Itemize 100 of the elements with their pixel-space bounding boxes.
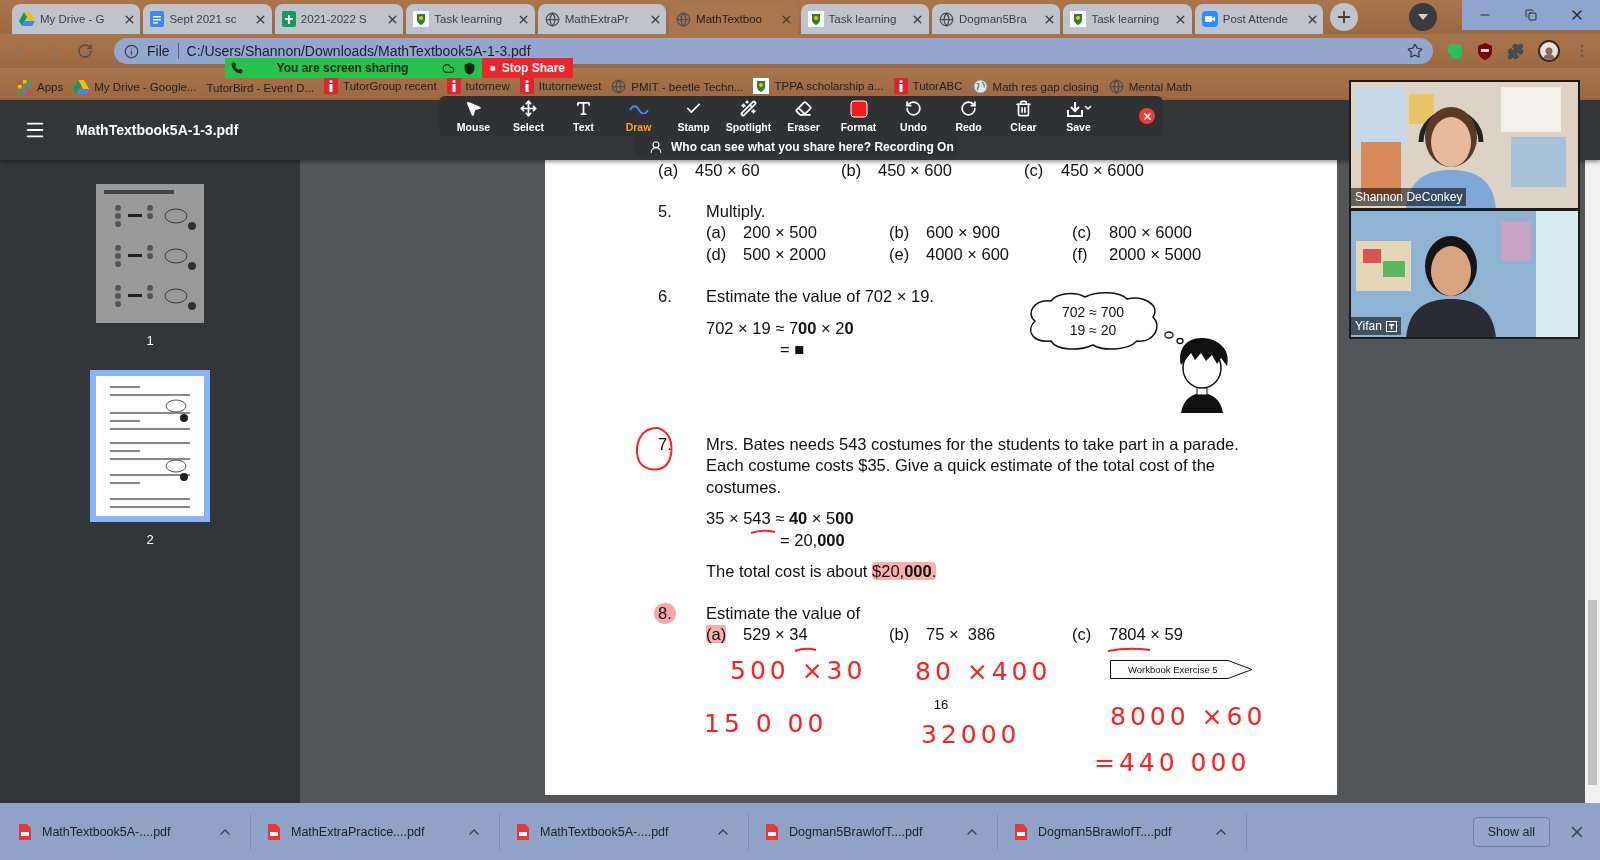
stop-share-button[interactable]: Stop Share [482,58,573,78]
bookmark[interactable]: Math res gap closing [972,79,1099,94]
question-number: 8. [654,602,676,624]
url-text: C:/Users/Shannon/Downloads/MathTextbook5A-1-3.pdf [186,43,532,59]
bookmark-site-icon [446,78,461,94]
equation: = 20,000 [780,529,845,551]
undo-icon [905,100,922,117]
scrollbar[interactable] [1585,160,1600,803]
browser-tab[interactable]: Task learning [406,4,535,34]
ink-underline [1107,647,1151,653]
bookmark[interactable]: My Drive - Google... [73,80,197,94]
page-thumbnail[interactable] [96,184,204,323]
tab-search-button[interactable] [1409,3,1437,31]
bookmark[interactable]: Mental Math [1108,79,1192,94]
question-text: Estimate the value of 702 × 19. [706,286,934,307]
browser-tab[interactable]: Post Attende [1194,4,1324,34]
browser-tab[interactable]: MathExtraPr [537,4,667,34]
math-expression: 529 × 34 [743,624,808,645]
bookmark[interactable]: TutorBird - Event D... [206,82,315,94]
color-swatch-icon [849,99,868,118]
address-bar[interactable]: File C:/Users/Shannon/Downloads/MathTextbook5A-1-3.pdf [114,38,1433,64]
part-label: (d) [706,244,727,263]
page-thumbnail[interactable] [90,370,210,522]
ink-underline [750,529,776,535]
annotation-tool[interactable]: Mouse [446,96,501,136]
annotation-tool[interactable]: Stamp [666,96,721,136]
annotation-tool[interactable]: Redo [941,96,996,136]
bookmark[interactable]: Itutornewest [519,78,602,94]
shield-extension-icon[interactable] [1477,42,1493,60]
globe-icon [938,11,954,27]
part-label: (c) [1072,223,1092,241]
browser-tab[interactable]: My Drive - G [12,4,141,34]
annotation-tool[interactable]: Format [831,96,886,136]
document-icon [150,11,165,27]
bookmark-star-icon[interactable] [1407,43,1423,59]
download-file-name[interactable]: MathExtraPractice....pdf [291,824,455,839]
handwritten-note: 80 ×400 [915,657,1052,687]
math-expression: 7804 × 59 [1109,624,1183,645]
browser-tab[interactable]: Dogman5Bra [931,4,1061,34]
annotation-tool[interactable]: Eraser [776,96,831,136]
annotation-tool[interactable]: Draw [611,96,666,136]
crest-icon [807,11,824,27]
handwritten-note: 8000 ×60 [1110,702,1267,732]
person-icon [1542,46,1556,60]
part-label: (e) [889,244,910,263]
annotation-tool[interactable]: Clear [996,96,1051,136]
close-icon [1141,110,1153,122]
sharing-status-text: You are screen sharing [275,61,410,75]
math-expression: 2000 × 5000 [1109,243,1202,265]
profile-avatar[interactable] [1538,40,1560,62]
browser-tab[interactable]: MathTextboo [669,4,798,34]
phone-icon [231,62,243,74]
globe-icon [1108,79,1124,94]
annotation-tool[interactable]: Undo [886,96,941,136]
part-label: (a) [706,223,727,241]
question-text: Estimate the value of [706,602,861,624]
close-annotation-button[interactable] [1139,108,1155,124]
annotation-tool[interactable]: Save [1051,96,1106,136]
text-icon [575,100,592,117]
download-file-name[interactable]: MathTextbook5A-....pdf [540,824,704,839]
globe-icon [676,11,692,27]
bookmark[interactable]: TutorGroup recent [324,78,437,94]
download-file-name[interactable]: Dogman5BrawlofT....pdf [1038,824,1202,839]
page-number: 16 [933,696,949,712]
handwritten-note: =440 000 [1094,748,1251,778]
new-tab-button[interactable] [1330,3,1359,31]
annotation-tool[interactable]: Text [556,96,611,136]
download-file-name[interactable]: Dogman5BrawlofT....pdf [789,824,953,839]
spreadsheet-icon [281,11,296,27]
participant-name: Yifan [1351,317,1401,335]
browser-tab[interactable]: Sept 2021 sc [143,4,272,34]
equation: = ■ [780,339,805,360]
download-file-name[interactable]: MathTextbook5A-....pdf [42,824,206,839]
close-button[interactable] [1553,0,1600,30]
crest-icon [1070,11,1087,27]
video-camera-icon [1201,11,1218,27]
annotation-tool[interactable]: Spotlight [721,96,776,136]
page-number-label: 2 [146,532,154,547]
cloud-icon [442,61,455,75]
extensions-icon[interactable] [1507,42,1524,60]
browser-tab[interactable]: 2021-2022 S [274,4,404,34]
eraser-icon [795,100,812,117]
answer-sentence: The total cost is about $20,000. [706,561,937,582]
share-notice-text[interactable]: Who can see what you share here? Recording On [671,139,954,154]
bookmark[interactable]: Apps [18,80,64,94]
part-label: (b) [889,223,910,241]
bookmark[interactable]: TutorABC [893,78,963,94]
show-all-button[interactable]: Show all [1472,816,1550,847]
pdf-file-icon [18,823,32,840]
browser-tab[interactable]: Task learning [1063,4,1192,34]
bookmark[interactable]: tutornew [446,78,510,94]
magic-wand-icon [740,100,757,117]
bookmark-site-icon [324,78,339,94]
browser-tab[interactable]: Task learning [800,4,929,34]
question-number: 5. [658,200,672,222]
annotation-tool[interactable]: Select [501,96,556,136]
part-label: (a) [658,161,679,179]
user-shield-icon [649,139,663,154]
bookmark[interactable]: PMIT - beetle Techn... [611,79,744,94]
bookmark[interactable]: TPPA scholarship a... [753,78,884,94]
